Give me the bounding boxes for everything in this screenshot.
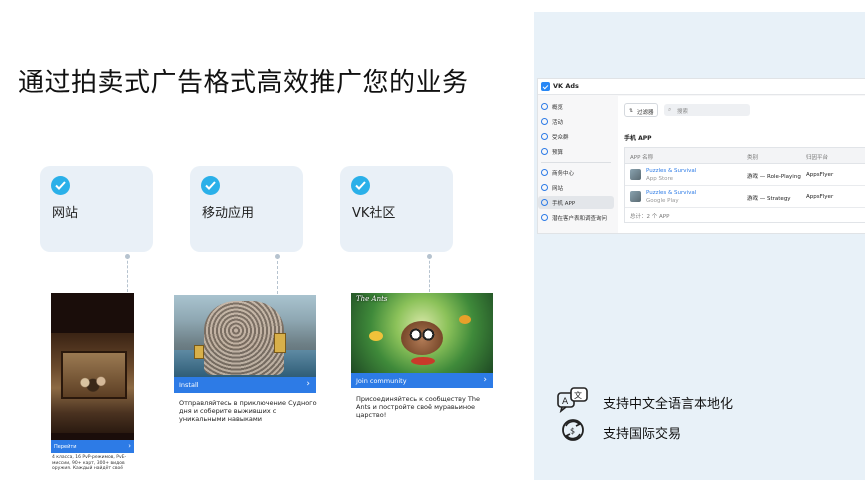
sidebar-item-label: 概览 <box>552 105 564 111</box>
column-header[interactable]: 类别 <box>747 153 758 161</box>
feature-label: 支持中文全语言本地化 <box>603 397 734 412</box>
ad-image <box>174 295 316 377</box>
ad-caption: Отправляйтесь в приключение Судного дня … <box>179 399 317 423</box>
svg-text:$: $ <box>570 427 575 436</box>
sidebar-item-label: 潜在客户表和调查询问 <box>552 216 608 222</box>
svg-text:A: A <box>562 397 569 407</box>
sidebar-item-label: 商务中心 <box>552 171 575 177</box>
ad-cta-button[interactable]: Join community › <box>351 373 493 388</box>
phone-icon <box>541 199 548 206</box>
globe-icon <box>541 184 548 191</box>
sidebar-item-label: 网站 <box>552 186 564 192</box>
ad-preview-mobile-app: Install › <box>174 295 316 393</box>
app-attribution: AppsFlyer <box>806 172 834 178</box>
card-label: 移动应用 <box>202 206 255 221</box>
filter-label: 过滤器 <box>637 109 654 116</box>
ad-caption: Присоединяйтесь к сообществу The Ants и … <box>356 395 480 419</box>
chevron-right-icon: › <box>483 375 487 385</box>
form-icon <box>541 214 548 221</box>
table-row[interactable]: Puzzles & Survival App Store 游戏 — Role-P… <box>625 164 865 186</box>
sidebar-item-campaigns[interactable]: 活动 <box>538 115 614 128</box>
sidebar-item-websites[interactable]: 网站 <box>538 181 614 194</box>
vk-ads-logo-icon <box>541 82 550 91</box>
sidebar-item-mobile-apps[interactable]: 手机 APP <box>538 196 614 209</box>
app-title: VK Ads <box>553 82 579 90</box>
chevron-right-icon: › <box>306 379 310 389</box>
budget-icon <box>541 148 548 155</box>
app-thumbnail <box>630 191 641 202</box>
app-name-link[interactable]: Puzzles & Survival <box>646 168 696 174</box>
ad-cta-button[interactable]: Install › <box>174 377 316 393</box>
ad-cta-button[interactable]: Перейти › <box>51 440 134 453</box>
sidebar-item-label: 活动 <box>552 120 564 126</box>
feature-label: 支持国际交易 <box>603 427 682 442</box>
chevron-right-icon: › <box>128 442 131 450</box>
sidebar-item-audiences[interactable]: 受众群 <box>538 130 614 143</box>
cta-label: Перейти <box>54 444 77 450</box>
sidebar-item-label: 手机 APP <box>552 201 576 207</box>
audience-icon <box>541 133 548 140</box>
search-placeholder: 搜索 <box>677 109 689 115</box>
game-logo: The Ants <box>356 295 388 303</box>
sidebar: 概览 活动 受众群 预算 商务中心 网站 手机 APP 潜在客户表和调查询问 <box>538 96 616 233</box>
feature-international-transactions: $ 支持国际交易 <box>557 417 817 443</box>
feature-localization: A 文 支持中文全语言本地化 <box>557 387 817 414</box>
app-attribution: AppsFlyer <box>806 194 834 200</box>
vk-ads-window: VK Ads 概览 活动 受众群 预算 商务中心 网站 手机 APP 潜在客户表… <box>537 78 865 234</box>
search-input[interactable]: ⌕ 搜索 <box>664 104 750 116</box>
card-vk-community: VK社区 <box>340 166 453 252</box>
card-label: VK社区 <box>352 206 396 221</box>
check-icon <box>51 176 70 195</box>
business-icon <box>541 169 548 176</box>
sidebar-item-label: 受众群 <box>552 135 569 141</box>
ad-preview-website: Перейти › <box>51 293 134 453</box>
filter-icon: ⇅ <box>629 108 634 114</box>
app-store-label: Google Play <box>646 198 679 204</box>
card-mobile-app: 移动应用 <box>190 166 303 252</box>
check-icon <box>351 176 370 195</box>
ad-image <box>51 333 134 433</box>
filter-button[interactable]: ⇅ 过滤器 <box>624 103 658 117</box>
table-header: APP 名称 类别 归因平台 <box>625 148 865 164</box>
sidebar-item-budget[interactable]: 预算 <box>538 145 614 158</box>
table-total: 总计：2 个 APP <box>630 214 670 220</box>
card-label: 网站 <box>52 206 79 221</box>
app-topbar: VK Ads <box>538 79 865 95</box>
connector-line <box>275 254 280 294</box>
svg-text:文: 文 <box>574 390 582 400</box>
column-header[interactable]: APP 名称 <box>630 153 653 161</box>
app-category: 游戏 — Role-Playing <box>747 174 801 180</box>
cta-label: Install <box>179 381 199 389</box>
connector-line <box>427 254 432 292</box>
apps-table: APP 名称 类别 归因平台 Puzzles & Survival App St… <box>624 147 865 223</box>
table-row[interactable]: Puzzles & Survival Google Play 游戏 — Stra… <box>625 186 865 208</box>
app-thumbnail <box>630 169 641 180</box>
search-icon: ⌕ <box>668 106 672 113</box>
column-header[interactable]: 归因平台 <box>806 153 828 161</box>
app-category: 游戏 — Strategy <box>747 196 791 202</box>
sidebar-item-overview[interactable]: 概览 <box>538 100 614 113</box>
page-headline: 通过拍卖式广告格式高效推广您的业务 <box>18 68 469 98</box>
section-title: 手机 APP <box>624 135 652 142</box>
app-name-link[interactable]: Puzzles & Survival <box>646 190 696 196</box>
connector-line <box>125 254 130 292</box>
card-website: 网站 <box>40 166 153 252</box>
ad-image: The Ants <box>351 293 493 373</box>
ad-caption: 4 класса, 16 PvP-режимов, PvE-миссии, 90… <box>52 455 127 471</box>
main-content: ⇅ 过滤器 ⌕ 搜索 手机 APP APP 名称 类别 归因平台 Puzzles… <box>618 96 865 233</box>
check-icon <box>201 176 220 195</box>
cta-label: Join community <box>356 377 407 385</box>
campaign-icon <box>541 118 548 125</box>
sidebar-item-business-center[interactable]: 商务中心 <box>538 166 614 179</box>
overview-icon <box>541 103 548 110</box>
exchange-icon: $ <box>557 417 589 443</box>
sidebar-divider <box>541 162 611 163</box>
sidebar-item-lead-forms[interactable]: 潜在客户表和调查询问 <box>538 211 614 224</box>
sidebar-item-label: 预算 <box>552 150 564 156</box>
table-footer: 总计：2 个 APP <box>625 208 865 222</box>
translate-icon: A 文 <box>557 387 589 414</box>
app-store-label: App Store <box>646 176 674 182</box>
ad-preview-vk-community: The Ants Join community › <box>351 293 493 388</box>
